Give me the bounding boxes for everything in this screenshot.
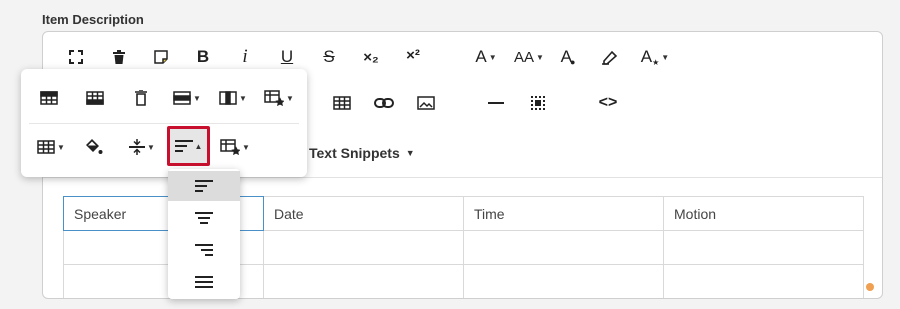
font-style-icon[interactable]: A ★ ▼ (637, 42, 673, 72)
cell-background-icon[interactable] (79, 132, 109, 162)
fullscreen-icon[interactable] (61, 42, 91, 72)
field-label: Item Description (42, 12, 144, 27)
special-char-icon[interactable] (523, 88, 553, 118)
horizontal-rule-icon[interactable] (481, 88, 511, 118)
align-left-icon[interactable] (168, 171, 240, 201)
font-color-icon[interactable]: A ● (553, 42, 583, 72)
align-right-icon[interactable] (168, 235, 240, 265)
superscript-icon[interactable]: ×² (398, 40, 428, 70)
table-cell[interactable] (463, 264, 664, 298)
insert-image-icon[interactable] (411, 88, 441, 118)
code-view-icon[interactable]: <> (593, 88, 623, 118)
underline-icon[interactable]: U (272, 42, 302, 72)
table-column-icon[interactable]: ▼ (214, 83, 252, 113)
table-edit-popup: ▼ ▼ ▼ ▼ ▼ ▲ ▼ (21, 69, 307, 177)
cell-icon[interactable]: ▼ (32, 132, 70, 162)
table-cell[interactable]: Motion (663, 196, 864, 231)
highlight-icon[interactable] (595, 42, 625, 72)
table-cell[interactable] (263, 230, 464, 265)
trash-icon[interactable] (104, 42, 134, 72)
table-cell[interactable]: Time (463, 196, 664, 231)
italic-icon[interactable]: i (230, 42, 260, 72)
sticky-note-icon[interactable] (146, 42, 176, 72)
table-cell[interactable] (263, 264, 464, 298)
vertical-align-icon[interactable]: ▼ (123, 132, 161, 162)
table-style-icon[interactable]: ▼ (260, 83, 298, 113)
text-snippets-dropdown[interactable]: Text Snippets ▼ (309, 141, 415, 165)
font-case-icon[interactable]: AA ▼ (511, 42, 547, 72)
table-footer-icon[interactable] (80, 83, 110, 113)
table-cell[interactable] (663, 230, 864, 265)
strikethrough-icon[interactable]: S (314, 42, 344, 72)
align-center-icon[interactable] (168, 203, 240, 233)
table-cell[interactable] (463, 230, 664, 265)
popup-divider (29, 123, 299, 124)
horizontal-align-icon[interactable]: ▲ (167, 126, 210, 166)
insert-link-icon[interactable] (369, 88, 399, 118)
table-header-icon[interactable] (34, 83, 64, 113)
table-remove-icon[interactable] (126, 83, 156, 113)
cell-style-icon[interactable]: ▼ (216, 132, 254, 162)
align-justify-icon[interactable] (168, 267, 240, 297)
resize-handle[interactable] (866, 283, 874, 291)
subscript-icon[interactable]: ×₂ (356, 42, 386, 72)
bold-icon[interactable]: B (188, 42, 218, 72)
table-cell[interactable] (663, 264, 864, 298)
font-size-icon[interactable]: A ▼ (469, 42, 503, 72)
insert-table-icon[interactable] (327, 88, 357, 118)
table-row-icon[interactable]: ▼ (168, 83, 206, 113)
align-dropdown (168, 169, 240, 299)
table-cell[interactable]: Date (263, 196, 464, 231)
